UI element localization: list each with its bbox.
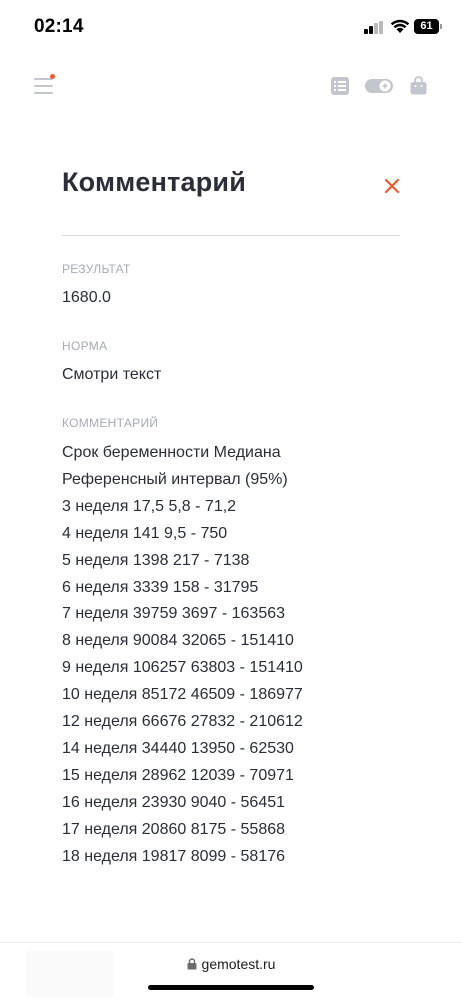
battery-tip	[440, 24, 442, 29]
comment-line: 7 неделя 39759 3697 - 163563	[62, 605, 286, 623]
comment-line: 10 неделя 85172 46509 - 186977	[62, 686, 303, 704]
norm-value: Смотри текст	[62, 366, 162, 383]
url-text: gemotest.ru	[201, 956, 276, 972]
comment-line: 15 неделя 28962 12039 - 70971	[62, 766, 294, 784]
comment-line: 8 неделя 90084 32065 - 151410	[62, 632, 294, 650]
home-indicator[interactable]	[148, 985, 314, 990]
comment-line: 16 неделя 23930 9040 - 56451	[62, 793, 286, 811]
wifi-icon	[390, 19, 410, 33]
menu-icon[interactable]	[34, 78, 54, 94]
app-header	[0, 68, 462, 104]
browser-bottom-bar: gemotest.ru	[0, 942, 462, 1000]
comment-line: Срок беременности Медиана	[62, 444, 281, 461]
bag-icon[interactable]	[410, 76, 427, 95]
status-time: 02:14	[34, 16, 84, 37]
lock-icon	[187, 958, 197, 970]
comment-line: 9 неделя 106257 63803 - 151410	[62, 659, 303, 677]
list-icon[interactable]	[331, 77, 349, 95]
norm-label: НОРМА	[62, 339, 108, 353]
comment-line: 5 неделя 1398 217 - 7138	[62, 551, 250, 569]
signal-icon	[364, 21, 386, 34]
comment-line: 6 неделя 3339 158 - 31795	[62, 578, 259, 596]
toggle-icon[interactable]	[365, 78, 393, 94]
comment-line: 3 неделя 17,5 5,8 - 71,2	[62, 497, 237, 515]
page-title: Комментарий	[62, 167, 247, 197]
comment-line: 4 неделя 141 9,5 - 750	[62, 524, 228, 542]
comment-line: 12 неделя 66676 27832 - 210612	[62, 713, 303, 731]
comment-label: КОММЕНТАРИЙ	[62, 416, 159, 430]
result-value: 1680.0	[62, 289, 111, 306]
comment-line: 14 неделя 34440 13950 - 62530	[62, 739, 294, 757]
status-bar: 02:14 61	[0, 0, 462, 56]
divider	[62, 235, 400, 236]
address-bar[interactable]: gemotest.ru	[0, 956, 462, 972]
close-icon[interactable]	[384, 178, 400, 194]
comment-line: Референсный интервал (95%)	[62, 470, 288, 488]
comment-line: 17 неделя 20860 8175 - 55868	[62, 820, 286, 838]
notification-dot	[50, 74, 55, 79]
comment-line: 18 неделя 19817 8099 - 58176	[62, 847, 286, 865]
battery-icon: 61	[414, 19, 439, 34]
comment-panel: Комментарий	[62, 160, 400, 204]
result-label: РЕЗУЛЬТАТ	[62, 262, 131, 276]
comment-text: Срок беременности Медиана Референсный ин…	[62, 440, 400, 871]
